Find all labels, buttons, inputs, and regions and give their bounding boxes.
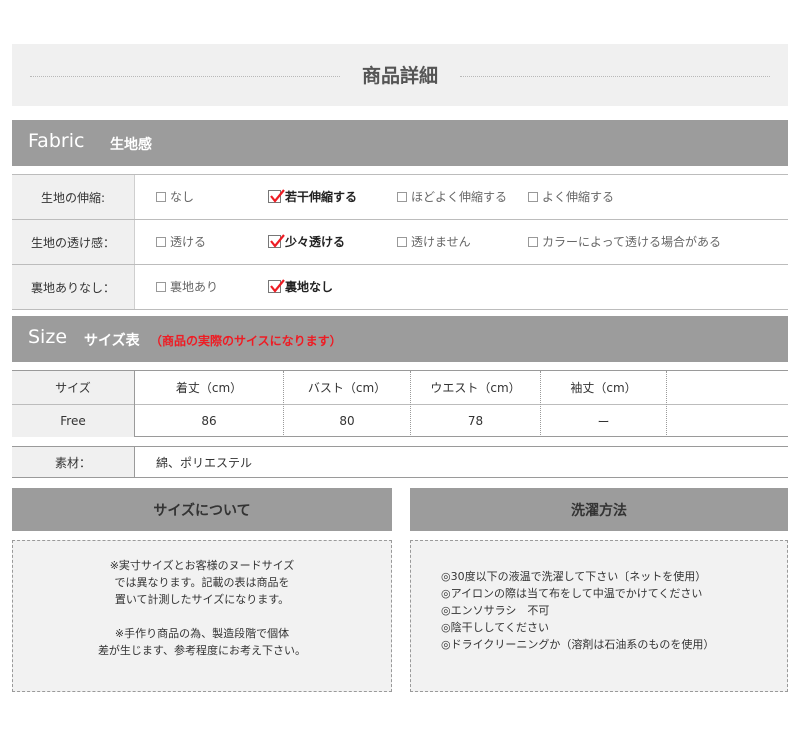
fabric-row-lining: 裏地ありなし： 裏地あり 裏地なし bbox=[12, 265, 788, 309]
size-col-length: 着丈（cm） bbox=[175, 381, 243, 395]
size-cell-empty bbox=[667, 405, 788, 437]
title-band: 商品詳細 bbox=[12, 44, 788, 106]
option-stretch-high[interactable]: よく伸縮する bbox=[528, 188, 614, 205]
size-cell-length: 86 bbox=[201, 414, 217, 428]
fabric-row-label: 生地の伸縮: bbox=[12, 175, 134, 219]
size-col-empty bbox=[667, 371, 788, 404]
option-stretch-slight[interactable]: 若干伸縮する bbox=[268, 188, 357, 205]
option-sheer-no[interactable]: 透けません bbox=[397, 233, 471, 250]
washing-box: ◎30度以下の液温で洗濯して下さい〔ネットを使用） ◎アイロンの際は当て布をして… bbox=[410, 540, 788, 692]
size-cell-waist: 78 bbox=[467, 414, 484, 428]
option-sheer-yes[interactable]: 透ける bbox=[156, 233, 206, 250]
fabric-heading-en: Fabric bbox=[28, 130, 85, 152]
material-row: 素材： 綿、ポリエステル bbox=[12, 446, 788, 478]
size-heading-en: Size bbox=[28, 326, 68, 348]
size-cell-bust: 80 bbox=[339, 414, 355, 428]
page-title: 商品詳細 bbox=[361, 65, 438, 87]
checkbox-icon bbox=[397, 192, 407, 202]
washing-line: ◎エンソサラシ 不可 bbox=[441, 604, 550, 617]
about-size-paragraph: ※実寸サイズとお客様のヌードサイズ では異なります。記載の表は商品を 置いて計測… bbox=[109, 559, 295, 606]
fabric-section-header: Fabric 生地感 bbox=[12, 120, 788, 166]
fabric-row-stretch: 生地の伸縮: なし 若干伸縮する ほどよく伸縮する よく伸縮する bbox=[12, 175, 788, 219]
washing-line: ◎30度以下の液温で洗濯して下さい〔ネットを使用） bbox=[441, 570, 707, 583]
size-col-bust: バスト（cm） bbox=[307, 381, 387, 395]
fabric-heading-jp: 生地感 bbox=[110, 137, 152, 153]
washing-header: 洗濯方法 bbox=[410, 488, 788, 531]
size-section-header: Size サイズ表 （商品の実際のサイスになります） bbox=[12, 316, 788, 362]
option-lining-no[interactable]: 裏地なし bbox=[268, 278, 333, 295]
about-size-box: ※実寸サイズとお客様のヌードサイズ では異なります。記載の表は商品を 置いて計測… bbox=[12, 540, 392, 692]
checkbox-checked-icon bbox=[268, 189, 285, 203]
size-table: サイズ Free 着丈（cm） バスト（cm） ウエスト（cm） 袖丈（cm） … bbox=[12, 370, 788, 437]
checkbox-checked-icon bbox=[268, 279, 285, 293]
material-value: 綿、ポリエステル bbox=[156, 456, 253, 470]
material-label: 素材： bbox=[12, 447, 134, 477]
checkbox-checked-icon bbox=[268, 234, 285, 248]
checkbox-icon bbox=[156, 237, 166, 247]
washing-line: ◎アイロンの際は当て布をして中温でかけてください bbox=[441, 587, 703, 600]
fabric-row-label: 裏地ありなし： bbox=[12, 265, 134, 309]
size-col-sleeve: 袖丈（cm） bbox=[570, 381, 637, 395]
checkbox-icon bbox=[156, 282, 166, 292]
option-sheer-color[interactable]: カラーによって透ける場合がある bbox=[528, 233, 721, 250]
size-cell-sleeve: ー bbox=[597, 414, 610, 429]
about-size-paragraph: ※手作り商品の為、製造段階で個体 差が生じます、参考程度にお考え下さい。 bbox=[97, 627, 307, 657]
fabric-table-bottom-border bbox=[12, 309, 788, 310]
size-table-row-label: Free bbox=[12, 405, 134, 437]
checkbox-icon bbox=[528, 237, 538, 247]
checkbox-icon bbox=[156, 192, 166, 202]
size-heading-jp: サイズ表 bbox=[84, 333, 140, 349]
checkbox-icon bbox=[528, 192, 538, 202]
about-size-header: サイズについて bbox=[12, 488, 392, 531]
option-stretch-none[interactable]: なし bbox=[156, 188, 194, 205]
fabric-row-label: 生地の透け感： bbox=[12, 220, 134, 264]
washing-line: ◎陰干ししてください bbox=[441, 621, 549, 634]
option-sheer-slight[interactable]: 少々透ける bbox=[268, 233, 345, 250]
size-table-header-label: サイズ bbox=[12, 371, 134, 404]
option-stretch-moderate[interactable]: ほどよく伸縮する bbox=[397, 188, 507, 205]
size-col-waist: ウエスト（cm） bbox=[430, 381, 521, 395]
checkbox-icon bbox=[397, 237, 407, 247]
washing-line: ◎ドライクリーニングか（溶剤は石油系のものを使用） bbox=[441, 638, 715, 651]
option-lining-yes[interactable]: 裏地あり bbox=[156, 278, 218, 295]
fabric-row-sheer: 生地の透け感： 透ける 少々透ける 透けません カラーによって透ける場合がある bbox=[12, 220, 788, 264]
size-heading-note: （商品の実際のサイスになります） bbox=[150, 334, 342, 348]
